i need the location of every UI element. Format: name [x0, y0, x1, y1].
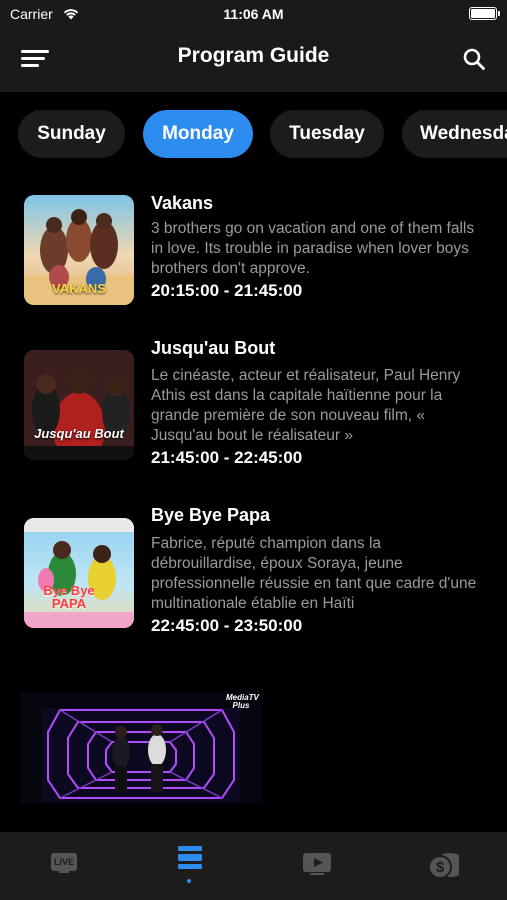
channel-watermark: MediaTV Plus	[226, 693, 259, 710]
tab-donate[interactable]: $	[378, 832, 504, 900]
program-title: Bye Bye Papa	[151, 505, 271, 525]
day-selector: Sunday Monday Tuesday Wednesday	[0, 110, 507, 160]
program-poster: Jusqu'au Bout	[24, 350, 134, 460]
video-play-icon	[303, 853, 331, 875]
program-time: 22:45:00 - 23:50:00	[151, 616, 303, 635]
program-description: Fabrice, réputé champion dans la débroui…	[151, 535, 477, 612]
navigation-bar: Program Guide	[0, 30, 507, 92]
day-tab-wednesday[interactable]: Wednesday	[402, 110, 507, 158]
day-tab-monday[interactable]: Monday	[143, 110, 253, 158]
poster-title: VAKANS	[52, 281, 106, 296]
poster-title: Bye Bye PAPA	[43, 583, 95, 611]
tab-videos[interactable]	[252, 832, 378, 900]
program-title: Jusqu'au Bout	[151, 338, 276, 358]
program-guide-icon	[178, 846, 202, 869]
program-poster: VAKANS	[24, 195, 134, 305]
program-description: Le cinéaste, acteur et réalisateur, Paul…	[151, 367, 461, 444]
tab-live[interactable]: LIVE	[0, 832, 126, 900]
program-time: 21:45:00 - 22:45:00	[151, 448, 303, 467]
tab-live-label: LIVE	[53, 857, 74, 867]
poster-title: Jusqu'au Bout	[34, 426, 124, 441]
money-coins-icon: $	[428, 853, 459, 879]
day-tab-sunday[interactable]: Sunday	[18, 110, 125, 158]
active-tab-indicator	[187, 879, 191, 883]
tab-program-guide[interactable]	[126, 832, 252, 900]
program-title: Vakans	[151, 193, 214, 213]
battery-icon	[469, 7, 500, 20]
day-tab-tuesday[interactable]: Tuesday	[270, 110, 384, 158]
program-poster: Bye Bye PAPA	[24, 518, 134, 628]
program-time: 20:15:00 - 21:45:00	[151, 281, 303, 300]
svg-text:$: $	[436, 859, 445, 876]
status-bar: Carrier 11:06 AM	[0, 0, 507, 30]
status-time: 11:06 AM	[223, 6, 284, 22]
menu-icon[interactable]	[21, 48, 49, 70]
search-icon[interactable]	[462, 47, 486, 71]
page-title: Program Guide	[177, 44, 330, 67]
tab-bar: LIVE $	[0, 832, 507, 900]
program-description: 3 brothers go on vacation and one of the…	[151, 220, 475, 277]
video-player[interactable]: MediaTV Plus	[20, 692, 262, 804]
